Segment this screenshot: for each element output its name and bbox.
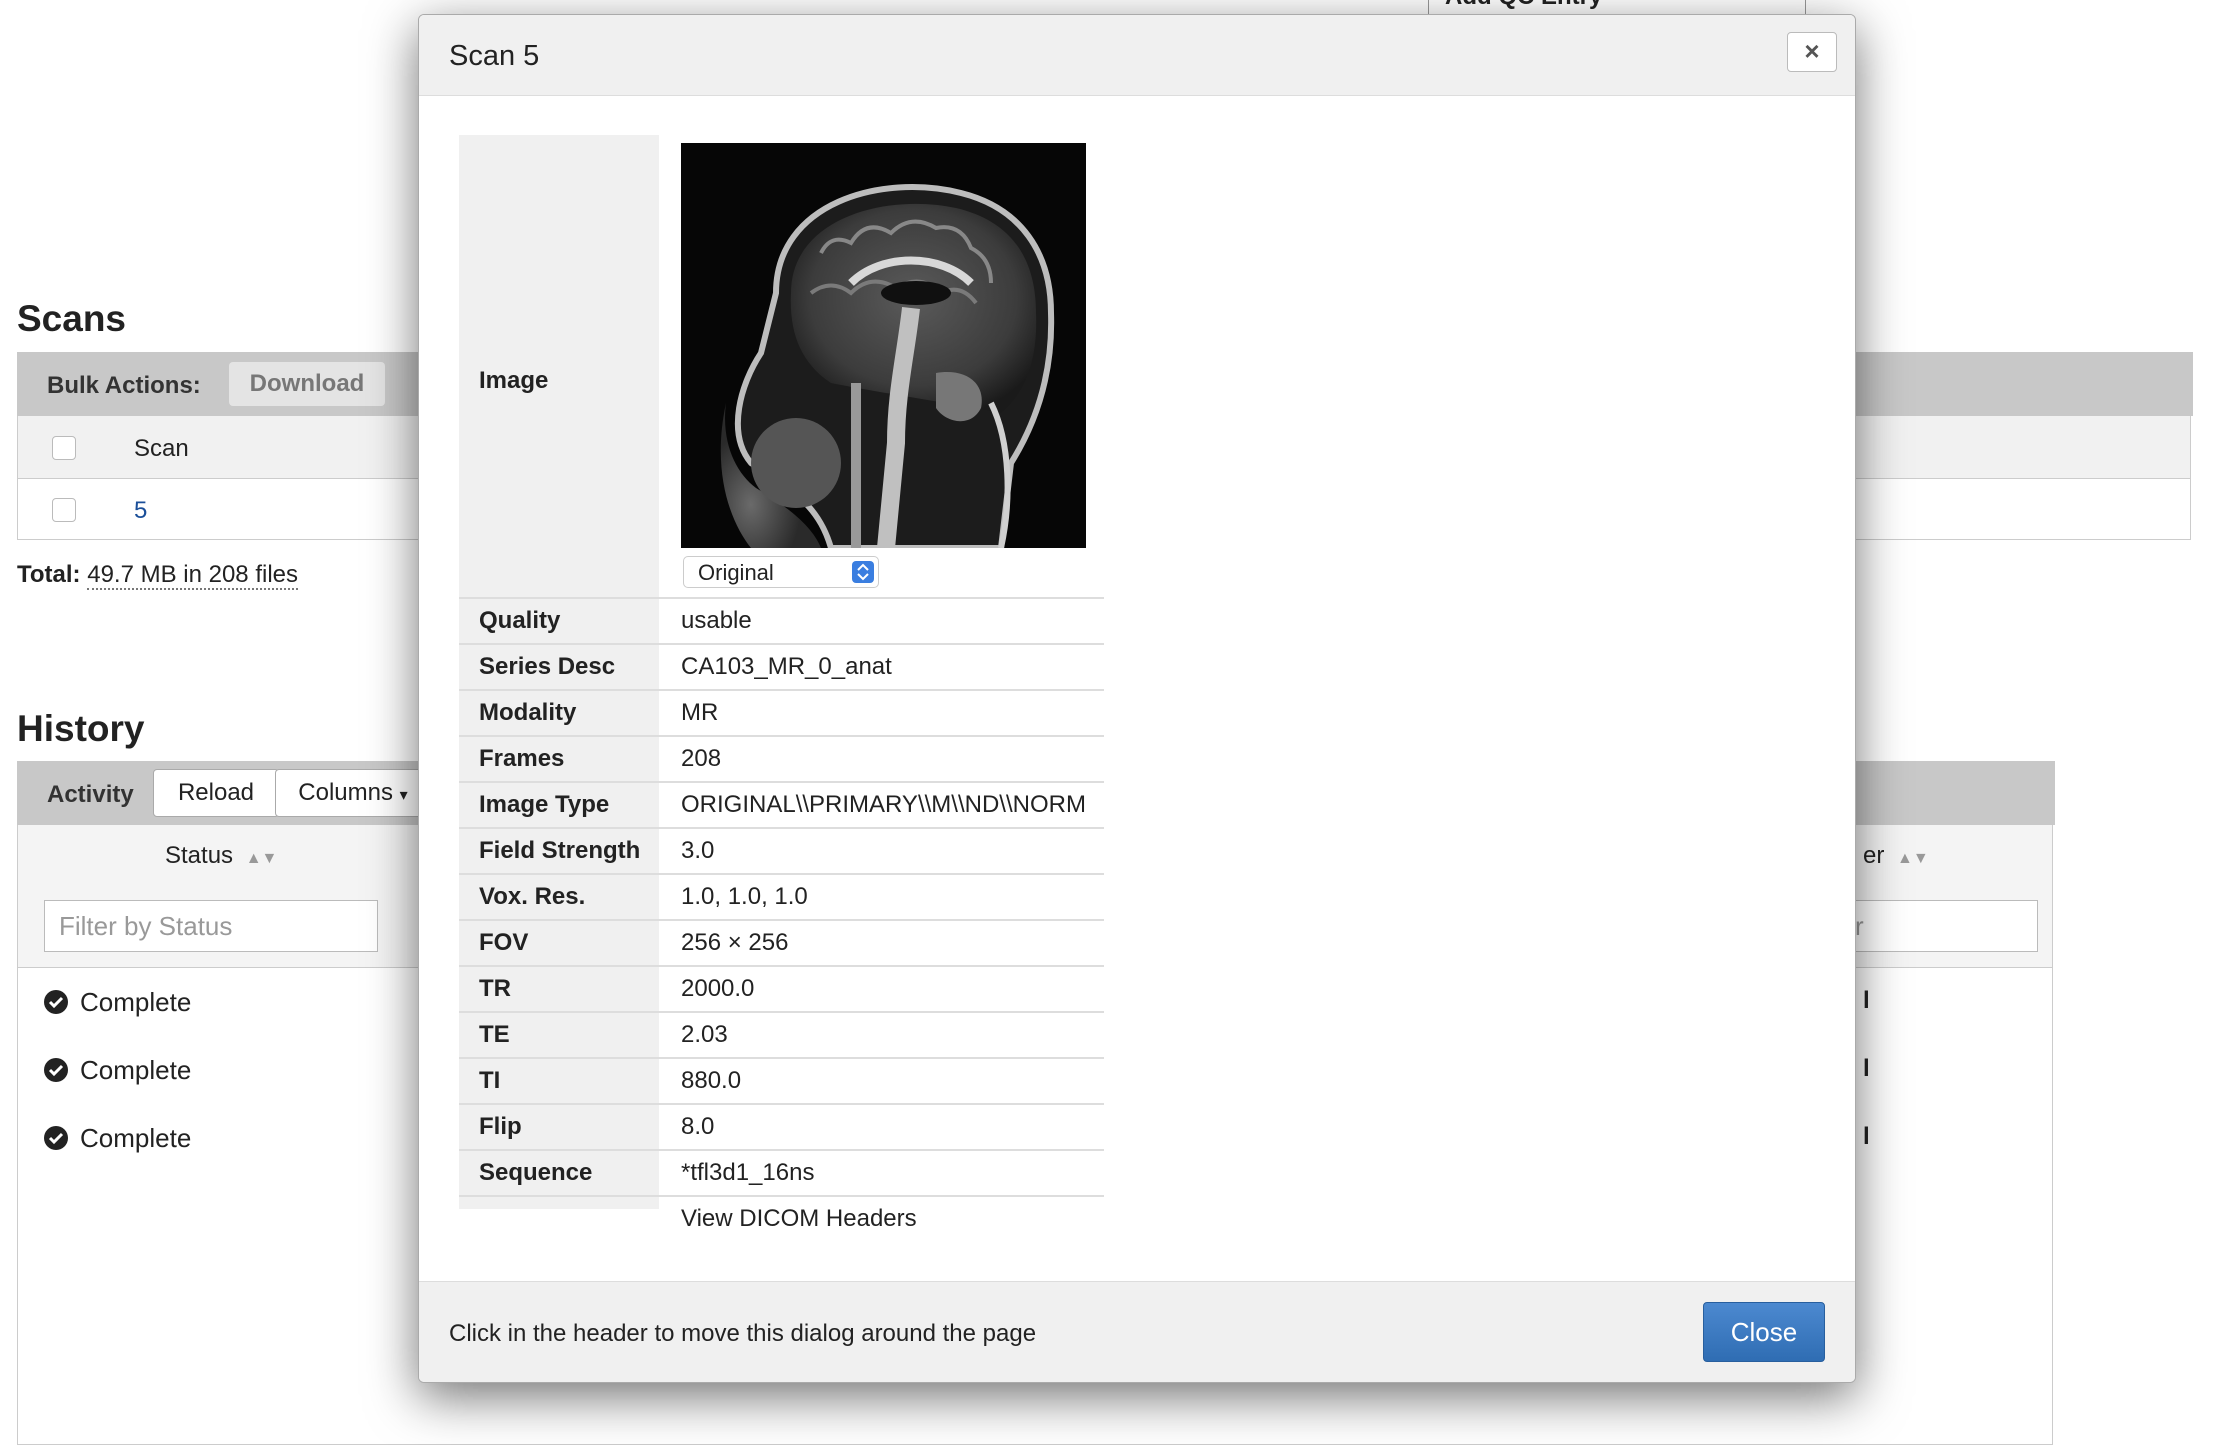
field-label: TR [479, 975, 511, 1002]
field-value: 2.03 [681, 1021, 728, 1048]
field-label: TE [479, 1021, 510, 1048]
column-header-status[interactable]: Status ▲▼ [165, 842, 277, 870]
scan-link[interactable]: 5 [134, 497, 147, 525]
status-header-label: Status [165, 842, 234, 869]
select-all-checkbox[interactable] [52, 436, 76, 460]
dialog-title: Scan 5 [449, 40, 540, 72]
filter-status-input[interactable]: Filter by Status [44, 900, 378, 952]
row-divider [459, 781, 1104, 783]
partial-header-label: er [1863, 842, 1885, 869]
mri-image [681, 143, 1086, 548]
field-label: FOV [479, 929, 529, 956]
total-value: 49.7 MB in 208 files [87, 561, 299, 590]
scans-heading: Scans [17, 298, 127, 339]
status-value: Complete [80, 1055, 192, 1085]
scans-total: Total: 49.7 MB in 208 files [17, 561, 299, 590]
field-label: Field Strength [479, 837, 641, 864]
field-value: MR [681, 699, 719, 726]
download-button[interactable]: Download [229, 362, 385, 406]
field-value: 8.0 [681, 1113, 715, 1140]
field-label: TI [479, 1067, 501, 1094]
field-label: Flip [479, 1113, 522, 1140]
partial-cell: l [1863, 987, 1870, 1014]
row-divider [459, 827, 1104, 829]
status-value: Complete [80, 1123, 192, 1153]
row-divider [459, 597, 1104, 599]
bulk-actions-label: Bulk Actions: [47, 372, 201, 399]
columns-label: Columns [298, 779, 393, 806]
close-button[interactable]: Close [1703, 1302, 1825, 1362]
reload-button[interactable]: Reload [153, 769, 279, 817]
row-divider [459, 1057, 1104, 1059]
image-label: Image [479, 367, 549, 394]
partial-cell: l [1863, 1123, 1870, 1150]
check-circle-icon [44, 1058, 68, 1082]
mri-sagittal-image [681, 143, 1086, 548]
field-label: Quality [479, 607, 561, 634]
row-divider [459, 1103, 1104, 1105]
row-divider [459, 1195, 1104, 1197]
field-value: 2000.0 [681, 975, 755, 1002]
field-label: Sequence [479, 1159, 593, 1186]
columns-dropdown-button[interactable]: Columns ▾ [275, 769, 431, 817]
field-value: 880.0 [681, 1067, 742, 1094]
check-circle-icon [44, 1126, 68, 1150]
row-divider [459, 643, 1104, 645]
row-divider [459, 1011, 1104, 1013]
row-divider [459, 689, 1104, 691]
check-circle-icon [44, 990, 68, 1014]
add-qc-entry-tab[interactable]: Add QC Entry [1428, 0, 1806, 15]
field-value: CA103_MR_0_anat [681, 653, 892, 680]
total-label: Total: [17, 561, 81, 588]
select-value: Original [698, 560, 774, 585]
field-label: Modality [479, 699, 577, 726]
field-value: 3.0 [681, 837, 715, 864]
dialog-footer: Click in the header to move this dialog … [419, 1281, 1855, 1382]
field-label: Vox. Res. [479, 883, 586, 910]
field-value: 208 [681, 745, 722, 772]
scan-dialog: Scan 5 × Image Original Quality usable S… [418, 14, 1856, 1383]
history-heading: History [17, 708, 145, 749]
field-value: usable [681, 607, 752, 634]
partial-cell: l [1863, 1055, 1870, 1082]
row-divider [459, 965, 1104, 967]
field-value: 1.0, 1.0, 1.0 [681, 883, 808, 910]
sort-icon: ▲▼ [245, 850, 278, 867]
row-divider [459, 735, 1104, 737]
row-divider [459, 1149, 1104, 1151]
column-header-partial[interactable]: er ▲▼ [1863, 842, 1929, 870]
footer-hint: Click in the header to move this dialog … [449, 1320, 1037, 1347]
image-version-select[interactable]: Original [683, 556, 879, 588]
field-value: ORIGINAL\\PRIMARY\\M\\ND\\NORM [681, 791, 1086, 818]
sort-icon: ▲▼ [1897, 850, 1929, 867]
row-divider [459, 873, 1104, 875]
field-label: Image Type [479, 791, 610, 818]
caret-down-icon: ▾ [399, 787, 408, 804]
view-dicom-headers-link[interactable]: View DICOM Headers [681, 1205, 917, 1233]
row-divider [459, 919, 1104, 921]
field-value: *tfl3d1_16ns [681, 1159, 815, 1186]
activity-label: Activity [47, 781, 134, 808]
select-arrows-icon [852, 561, 874, 583]
field-label: Frames [479, 745, 565, 772]
field-label: Series Desc [479, 653, 616, 680]
column-header-scan[interactable]: Scan [134, 435, 189, 463]
field-value: 256 × 256 [681, 929, 789, 956]
status-value: Complete [80, 987, 192, 1017]
dialog-header[interactable]: Scan 5 × [419, 15, 1855, 96]
close-icon[interactable]: × [1787, 32, 1837, 72]
row-checkbox[interactable] [52, 498, 76, 522]
